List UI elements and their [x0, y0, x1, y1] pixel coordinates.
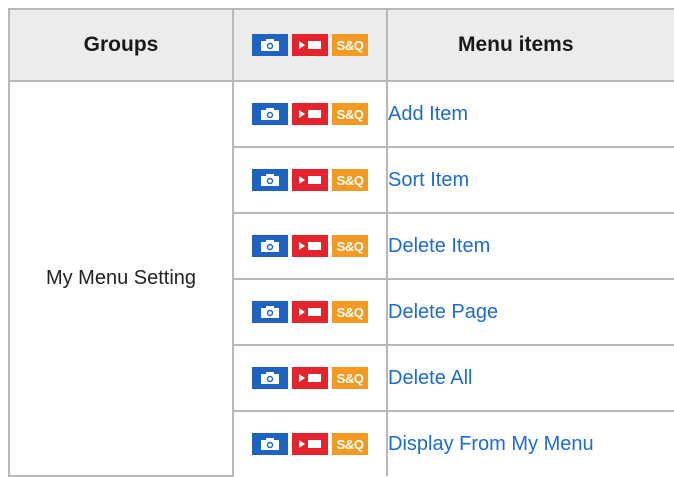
menu-item-link[interactable]: Sort Item [388, 169, 469, 191]
menu-item-link[interactable]: Display From My Menu [388, 433, 594, 455]
sq-icon: S&Q [332, 34, 368, 57]
camera-icon [252, 301, 288, 324]
movie-icon [292, 169, 328, 192]
sq-icon: S&Q [332, 103, 368, 126]
modes-cell: S&Q [232, 344, 388, 412]
mode-icons: S&Q [252, 301, 368, 324]
camera-icon [252, 235, 288, 258]
menu-item-cell: Delete Item [386, 212, 674, 280]
camera-icon [252, 169, 288, 192]
menu-item-link[interactable]: Add Item [388, 103, 468, 125]
modes-cell: S&Q [232, 278, 388, 346]
menu-item-cell: Sort Item [386, 146, 674, 214]
mode-icons: S&Q [252, 103, 368, 126]
menu-item-link[interactable]: Delete Page [388, 301, 498, 323]
menu-item-cell: Delete Page [386, 278, 674, 346]
sq-icon: S&Q [332, 235, 368, 258]
sq-icon: S&Q [332, 301, 368, 324]
header-menu-items: Menu items [386, 8, 674, 82]
modes-cell: S&Q [232, 410, 388, 476]
movie-icon [292, 301, 328, 324]
group-cell: My Menu Setting [8, 80, 234, 477]
sq-icon: S&Q [332, 367, 368, 390]
camera-icon [252, 367, 288, 390]
mode-icons: S&Q [252, 367, 368, 390]
camera-icon [252, 34, 288, 57]
modes-cell: S&Q [232, 80, 388, 148]
movie-icon [292, 103, 328, 126]
header-modes: S&Q [232, 8, 388, 82]
menu-item-link[interactable]: Delete All [388, 367, 473, 389]
movie-icon [292, 235, 328, 258]
movie-icon [292, 367, 328, 390]
mode-icons: S&Q [252, 235, 368, 258]
menu-item-cell: Add Item [386, 80, 674, 148]
header-row: Groups S&Q Menu items [8, 8, 674, 82]
sq-icon: S&Q [332, 169, 368, 192]
modes-cell: S&Q [232, 146, 388, 214]
movie-icon [292, 34, 328, 57]
modes-cell: S&Q [232, 212, 388, 280]
menu-item-cell: Delete All [386, 344, 674, 412]
menu-item-cell: Display From My Menu [386, 410, 674, 476]
camera-icon [252, 103, 288, 126]
menu-item-link[interactable]: Delete Item [388, 235, 490, 257]
header-groups: Groups [8, 8, 234, 82]
mode-icons: S&Q [252, 34, 368, 57]
mode-icons: S&Q [252, 169, 368, 192]
table-row: My Menu Setting S&Q Add Item [8, 80, 674, 477]
menu-table: Groups S&Q Menu items My Menu Setting S&… [8, 8, 674, 477]
